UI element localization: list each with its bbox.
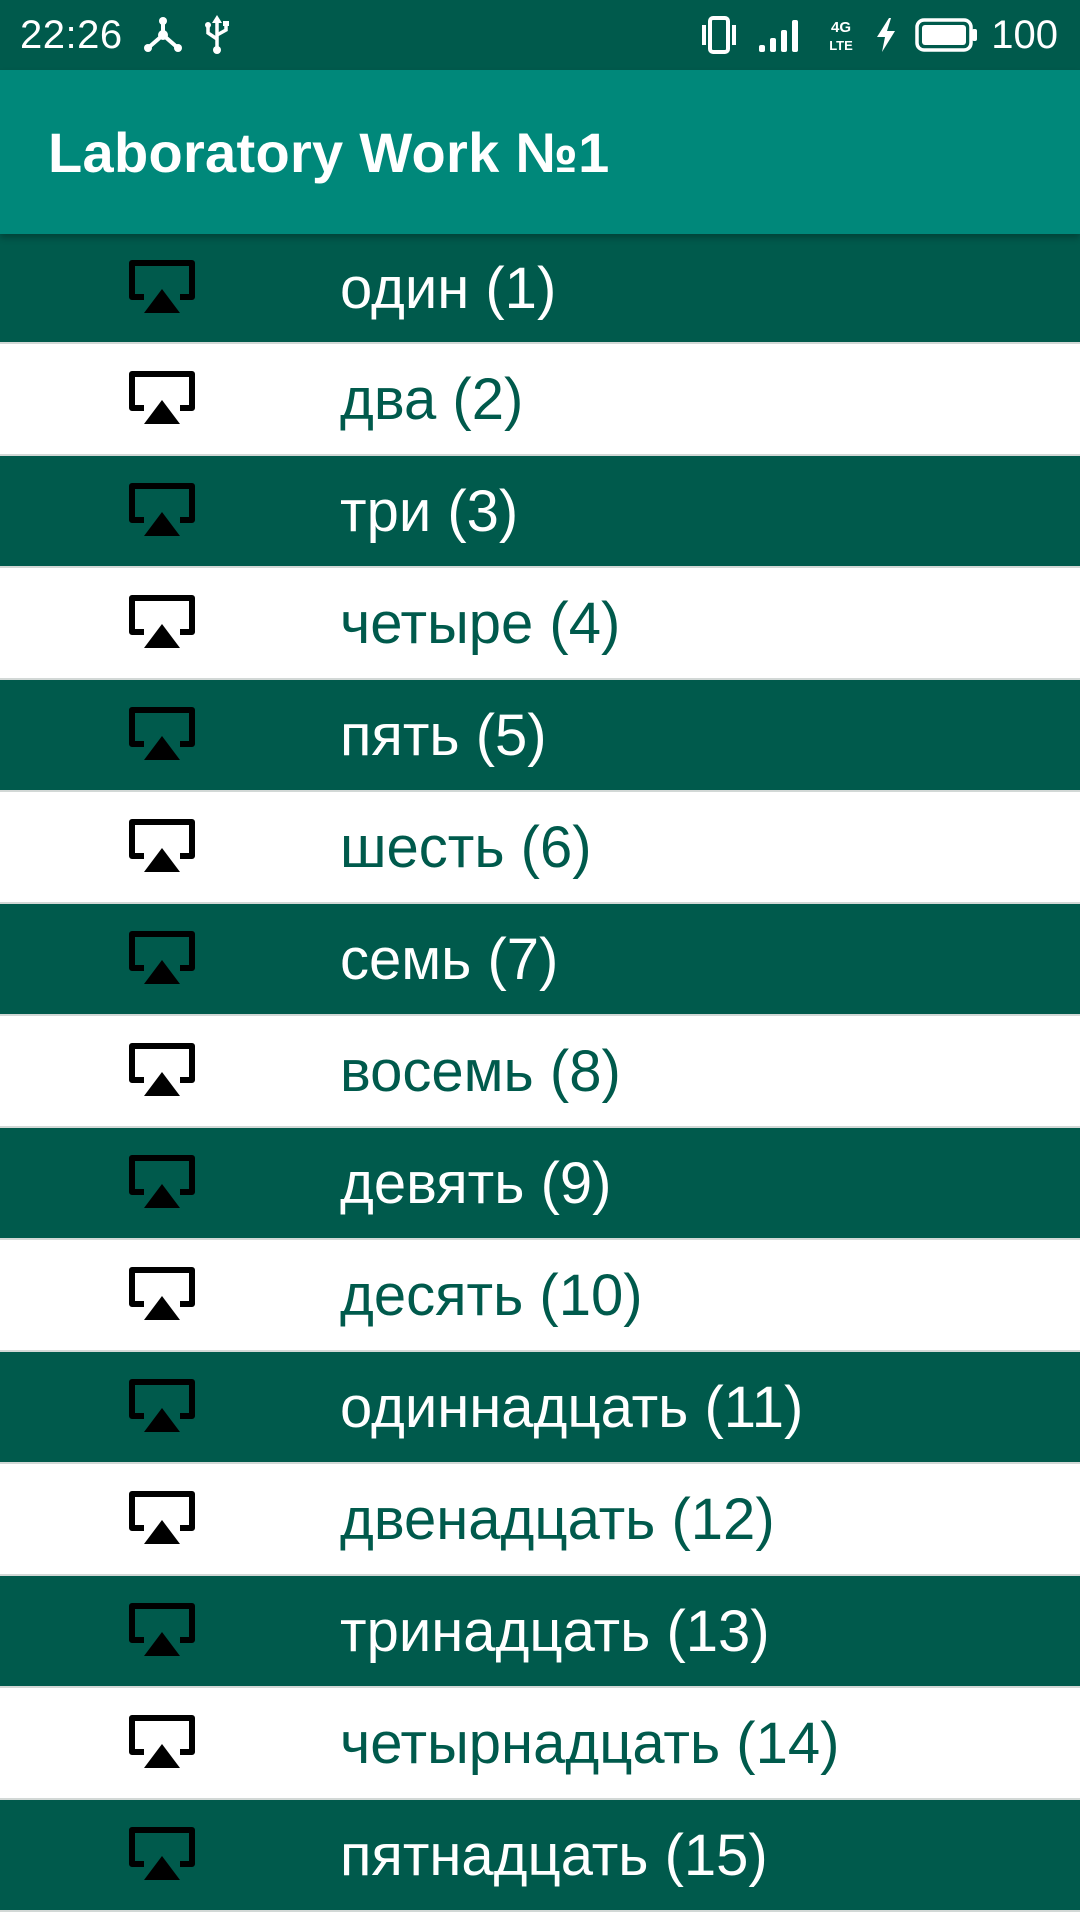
airplay-icon <box>126 592 198 654</box>
network-type-bottom: LTE <box>829 38 853 53</box>
airplay-icon <box>126 480 198 542</box>
list-item[interactable]: девять (9) <box>0 1128 1080 1240</box>
app-bar: Laboratory Work №1 <box>0 70 1080 234</box>
list-item-label: четырнадцать (14) <box>340 1710 840 1776</box>
airplay-icon <box>126 1600 198 1662</box>
list-item[interactable]: пятнадцать (15) <box>0 1800 1080 1912</box>
list-item-label: двенадцать (12) <box>340 1486 775 1552</box>
list-item[interactable]: тринадцать (13) <box>0 1576 1080 1688</box>
list-item-label: шесть (6) <box>340 814 592 880</box>
4g-lte-icon: 4G LTE <box>825 16 857 54</box>
list-item-label: восемь (8) <box>340 1038 621 1104</box>
list-item[interactable]: один (1) <box>0 234 1080 344</box>
list-item-label: три (3) <box>340 478 519 544</box>
airplay-icon <box>126 704 198 766</box>
list-item[interactable]: три (3) <box>0 456 1080 568</box>
network-type-top: 4G <box>831 19 851 36</box>
list-item[interactable]: четырнадцать (14) <box>0 1688 1080 1800</box>
battery-icon <box>915 17 979 53</box>
list-item-label: пять (5) <box>340 702 547 768</box>
list-item-label: семь (7) <box>340 926 559 992</box>
list-item-label: два (2) <box>340 366 524 432</box>
airplay-icon <box>126 928 198 990</box>
list-item-label: четыре (4) <box>340 590 621 656</box>
list-item-label: один (1) <box>340 255 557 321</box>
list-item[interactable]: четыре (4) <box>0 568 1080 680</box>
list-item[interactable]: десять (10) <box>0 1240 1080 1352</box>
list-item-label: тринадцать (13) <box>340 1598 770 1664</box>
airplay-icon <box>126 1488 198 1550</box>
airplay-icon <box>126 1040 198 1102</box>
list-item-label: одиннадцать (11) <box>340 1374 804 1440</box>
airplay-icon <box>126 816 198 878</box>
status-bar-left: 22:26 <box>20 13 231 58</box>
battery-level: 100 <box>991 12 1058 57</box>
list-item-label: пятнадцать (15) <box>340 1822 768 1888</box>
airplay-icon <box>126 257 198 319</box>
list-item[interactable]: семь (7) <box>0 904 1080 1016</box>
list-item[interactable]: одиннадцать (11) <box>0 1352 1080 1464</box>
app-title: Laboratory Work №1 <box>48 120 610 184</box>
airplay-icon <box>126 1152 198 1214</box>
usb-icon <box>203 15 231 55</box>
airplay-icon <box>126 368 198 430</box>
list-item[interactable]: шесть (6) <box>0 792 1080 904</box>
hub-icon <box>143 17 183 53</box>
airplay-icon <box>126 1824 198 1886</box>
list-item[interactable]: пять (5) <box>0 680 1080 792</box>
list-item[interactable]: два (2) <box>0 344 1080 456</box>
signal-icon <box>757 17 807 53</box>
list-item[interactable]: двенадцать (12) <box>0 1464 1080 1576</box>
airplay-icon <box>126 1712 198 1774</box>
status-bar: 22:26 4G LTE 100 <box>0 0 1080 70</box>
charging-icon <box>875 17 897 53</box>
vibrate-icon <box>699 16 739 54</box>
list-item-label: десять (10) <box>340 1262 643 1328</box>
status-bar-right: 4G LTE 100 <box>699 13 1058 58</box>
number-list[interactable]: один (1) два (2) три (3) четыре (4) пять (5)… <box>0 234 1080 1912</box>
list-item[interactable]: восемь (8) <box>0 1016 1080 1128</box>
list-item-label: девять (9) <box>340 1150 612 1216</box>
status-time: 22:26 <box>20 12 123 57</box>
airplay-icon <box>126 1376 198 1438</box>
airplay-icon <box>126 1264 198 1326</box>
